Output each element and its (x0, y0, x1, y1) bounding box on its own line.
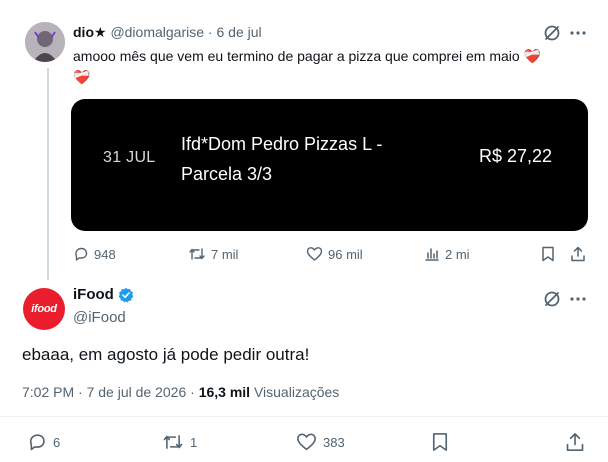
repost-button[interactable]: 1 (162, 432, 197, 452)
ifood-logo: ifood (31, 303, 57, 315)
views-count: 2 mi (445, 246, 470, 262)
verified-badge-icon (118, 287, 134, 303)
attached-image-card[interactable]: 31 JUL Ifd*Dom Pedro Pizzas L - Parcela … (71, 99, 588, 231)
tweet-text: amooo mês que vem eu termino de pagar a … (73, 46, 588, 88)
author-name-row[interactable]: iFood (73, 286, 134, 303)
author-name[interactable]: dio★ (73, 24, 107, 40)
card-amount: R$ 27,22 (479, 146, 553, 166)
tweet-date[interactable]: 7 de jul de 2026 (87, 384, 187, 400)
bookmark-icon[interactable] (541, 246, 555, 262)
repost-button[interactable]: 7 mil (188, 246, 238, 262)
card-merchant: Ifd*Dom Pedro Pizzas L - Parcela 3/3 (181, 134, 383, 184)
like-button[interactable]: 383 (296, 432, 345, 452)
grok-icon[interactable] (543, 290, 561, 308)
separator: · (190, 384, 195, 400)
repost-icon (162, 432, 184, 452)
reply-icon (27, 432, 47, 452)
tweet-text: ebaaa, em agosto já pode pedir outra! (22, 345, 310, 364)
tweet-header: dio★ @diomalgarise · 6 de jul (73, 24, 262, 41)
like-button[interactable]: 96 mil (306, 246, 363, 262)
tweet-meta: 7:02 PM · 7 de jul de 2026 · 16,3 mil Vi… (22, 384, 339, 400)
separator: · (78, 384, 83, 400)
more-options-icon[interactable] (570, 297, 586, 301)
card-date: 31 JUL (103, 149, 156, 166)
reply-button[interactable]: 6 (27, 432, 60, 452)
tweet-time[interactable]: 7:02 PM (22, 384, 74, 400)
heart-icon (296, 432, 317, 452)
tweet-date[interactable]: 6 de jul (216, 24, 261, 40)
repost-count: 1 (190, 434, 198, 450)
bookmark-icon[interactable] (431, 432, 449, 452)
separator: · (207, 24, 213, 40)
tweet-text-content: amooo mês que vem eu termino de pagar a … (73, 48, 520, 64)
avatar[interactable] (25, 22, 65, 62)
like-count: 383 (323, 434, 345, 450)
grok-icon[interactable] (543, 24, 561, 42)
ifood-avatar[interactable]: ifood (23, 288, 65, 330)
author-name[interactable]: iFood (73, 286, 114, 303)
views-button[interactable]: 2 mi (424, 246, 470, 262)
more-options-icon[interactable] (570, 31, 586, 35)
thread-connector-line (47, 68, 49, 280)
views-count: 16,3 mil (198, 384, 251, 400)
share-icon[interactable] (565, 432, 585, 452)
mending-heart-emoji: ❤️‍🩹 (73, 69, 91, 85)
author-handle[interactable]: @diomalgarise (110, 24, 204, 40)
repost-count: 7 mil (211, 246, 239, 262)
repost-icon (188, 246, 206, 262)
reply-button[interactable]: 948 (73, 246, 116, 262)
mending-heart-emoji: ❤️‍🩹 (523, 48, 542, 64)
reply-count: 6 (53, 434, 61, 450)
views-label: Visualizações (253, 384, 340, 400)
author-handle[interactable]: @iFood (73, 309, 126, 326)
share-icon[interactable] (570, 246, 586, 262)
reply-count: 948 (94, 246, 116, 262)
like-count: 96 mil (328, 246, 363, 262)
reply-icon (73, 246, 89, 262)
divider (0, 416, 608, 417)
views-icon (424, 246, 440, 262)
heart-icon (306, 246, 323, 262)
